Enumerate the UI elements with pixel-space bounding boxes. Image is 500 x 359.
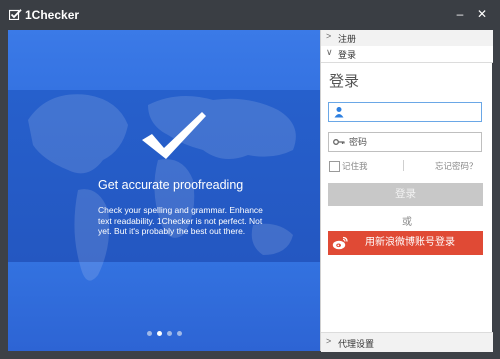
carousel-dot-4[interactable] [177, 331, 182, 336]
weibo-icon [332, 236, 348, 250]
login-section-header[interactable]: ∨ 登录 [321, 46, 493, 63]
carousel-dot-2[interactable] [157, 331, 162, 336]
side-panel: > 注册 ∨ 登录 登录 记住我 忘记密码？ 登录 或 用新浪微博账号登录 > … [320, 30, 493, 352]
hero-description: Check your spelling and grammar. Enhance… [98, 205, 263, 236]
or-separator: 或 [402, 217, 412, 228]
window-title: 1Checker [25, 8, 80, 22]
login-button[interactable]: 登录 [328, 183, 483, 206]
divider [403, 160, 404, 171]
carousel-dot-3[interactable] [167, 331, 172, 336]
main-frame: Get accurate proofreading Check your spe… [8, 30, 493, 352]
hero-panel: Get accurate proofreading Check your spe… [8, 30, 320, 351]
weibo-button-label: 用新浪微博账号登录 [365, 237, 455, 248]
proxy-header-label: 代理设置 [338, 339, 375, 349]
chevron-right-icon: > [326, 336, 332, 346]
world-map-watermark [28, 94, 296, 281]
username-input[interactable] [349, 104, 477, 120]
password-input[interactable] [349, 134, 477, 150]
remember-checkbox[interactable] [329, 161, 340, 172]
chevron-down-icon: ∨ [326, 47, 333, 57]
username-field[interactable] [328, 102, 482, 122]
user-icon [334, 107, 344, 118]
chevron-right-icon: > [326, 31, 332, 41]
checkmark-icon [142, 112, 206, 159]
proxy-section-header[interactable]: > 代理设置 [321, 332, 493, 352]
remember-label[interactable]: 记住我 [342, 160, 368, 172]
register-section-header[interactable]: > 注册 [321, 30, 493, 47]
forgot-password-link[interactable]: 忘记密码？ [435, 160, 478, 172]
minimize-icon: – [456, 7, 464, 21]
checkbox-logo-icon [9, 9, 22, 20]
key-icon [333, 139, 345, 145]
password-field[interactable] [328, 132, 482, 152]
carousel-dot-1[interactable] [147, 331, 152, 336]
close-button[interactable]: ✕ [474, 6, 490, 22]
app-window: 1Checker – ✕ Get accurate proofreading C… [0, 0, 500, 359]
hero-headline: Get accurate proofreading [98, 178, 244, 192]
login-title: 登录 [329, 73, 360, 90]
login-header-label: 登录 [338, 50, 357, 60]
minimize-button[interactable]: – [452, 6, 468, 22]
register-header-label: 注册 [338, 34, 357, 44]
close-icon: ✕ [476, 7, 488, 21]
weibo-login-button[interactable]: 用新浪微博账号登录 [328, 231, 483, 255]
title-bar: 1Checker – ✕ [0, 0, 500, 30]
